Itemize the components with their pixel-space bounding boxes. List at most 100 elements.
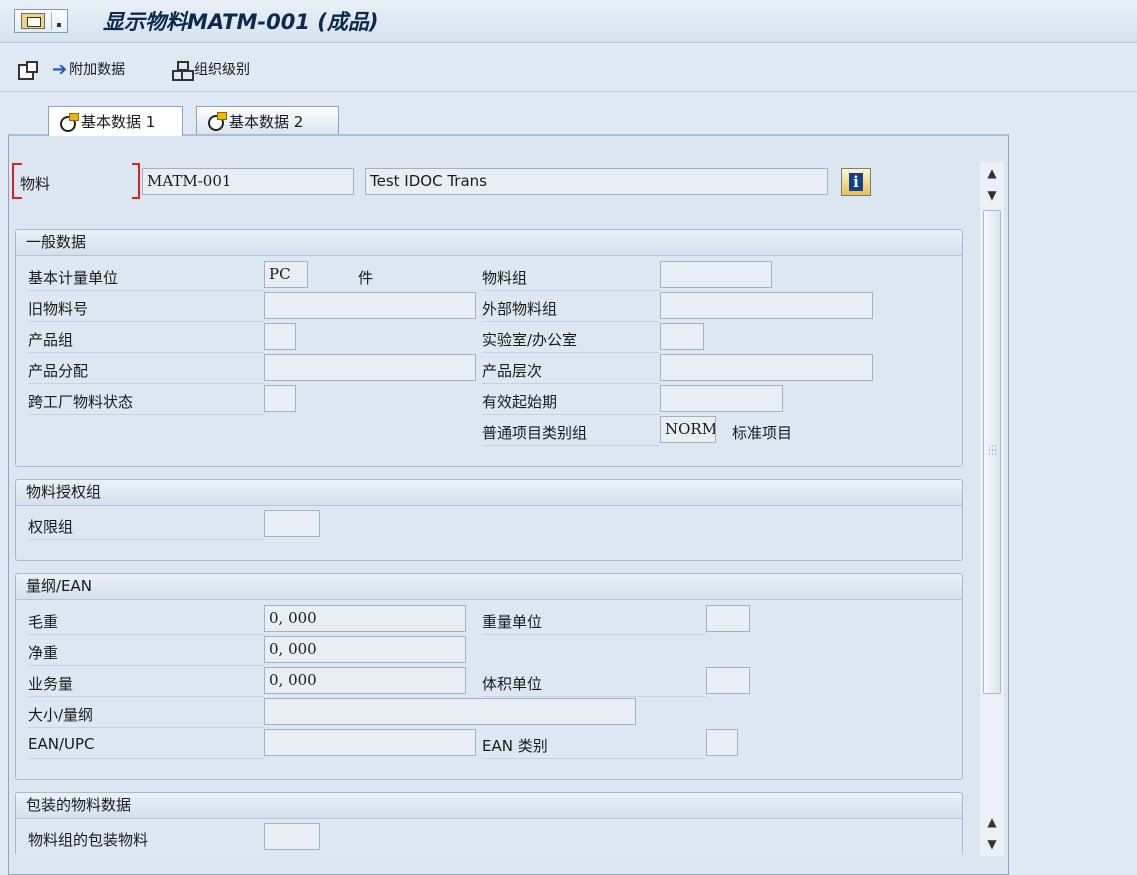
lab-office-field[interactable] <box>660 323 704 350</box>
row-divider <box>482 290 660 291</box>
old-material-label: 旧物料号 <box>28 300 89 318</box>
valid-from-field[interactable] <box>660 385 783 412</box>
base-uom-text: 件 <box>358 269 374 287</box>
volume-field[interactable]: 0, 000 <box>264 667 466 694</box>
base-uom-label: 基本计量单位 <box>28 269 119 287</box>
material-number-field[interactable]: MATM-001 <box>142 168 354 195</box>
ean-category-label: EAN 类别 <box>482 737 548 755</box>
ean-field[interactable] <box>264 729 476 756</box>
tab-status-icon <box>205 112 227 131</box>
division-label: 产品组 <box>28 331 74 349</box>
additional-data-label: 附加数据 <box>69 62 126 78</box>
sap-menu-button[interactable] <box>14 9 68 33</box>
info-icon: i <box>849 173 863 191</box>
weight-unit-field[interactable] <box>706 605 750 632</box>
sap-menu-icon <box>21 13 45 29</box>
base-uom-field[interactable]: PC <box>264 261 308 288</box>
tab-basic-data-2[interactable]: 基本数据 2 <box>196 106 339 135</box>
gross-weight-label: 毛重 <box>28 613 59 631</box>
group-title: 物料授权组 <box>16 480 962 506</box>
material-group-field[interactable] <box>660 261 772 288</box>
scrollbar-grip-icon: :::::: <box>988 443 998 458</box>
group-title: 包装的物料数据 <box>16 793 962 819</box>
row-divider <box>28 383 264 384</box>
material-label: 物料 <box>20 175 51 193</box>
row-divider <box>482 352 660 353</box>
packaging-group: 包装的物料数据 <box>15 792 963 854</box>
scroll-down-icon[interactable]: ▼ <box>983 834 1001 854</box>
ean-category-field[interactable] <box>706 729 738 756</box>
valid-from-label: 有效起始期 <box>482 393 558 411</box>
volume-unit-label: 体积单位 <box>482 675 543 693</box>
menu-dropdown-icon <box>57 23 61 27</box>
row-divider <box>28 539 264 540</box>
pkg-material-group-field[interactable] <box>264 823 320 850</box>
row-divider <box>482 696 706 697</box>
new-window-button[interactable] <box>18 58 38 80</box>
product-alloc-field[interactable] <box>264 354 476 381</box>
ean-label: EAN/UPC <box>28 735 95 753</box>
row-divider <box>482 445 660 446</box>
material-group-label: 物料组 <box>482 269 528 287</box>
menu-separator <box>51 12 52 30</box>
title-bar: 显示物料MATM-001 (成品) <box>0 0 1137 43</box>
ext-material-group-field[interactable] <box>660 292 873 319</box>
org-levels-button[interactable]: 组织级别 <box>172 58 250 81</box>
row-divider <box>28 696 264 697</box>
authorization-group: 物料授权组 <box>15 479 963 561</box>
net-weight-field[interactable]: 0, 000 <box>264 636 466 663</box>
tab-basic-data-1[interactable]: 基本数据 1 <box>48 106 183 136</box>
volume-unit-field[interactable] <box>706 667 750 694</box>
group-title: 一般数据 <box>16 230 962 256</box>
row-divider <box>28 290 264 291</box>
row-divider <box>28 758 264 759</box>
row-divider <box>28 321 264 322</box>
prod-hierarchy-label: 产品层次 <box>482 362 543 380</box>
page-title: 显示物料MATM-001 (成品) <box>103 10 379 34</box>
tab-label: 基本数据 2 <box>229 112 304 131</box>
pkg-material-group-label: 物料组的包装物料 <box>28 831 149 849</box>
weight-unit-label: 重量单位 <box>482 613 543 631</box>
size-label: 大小/量纲 <box>28 706 94 724</box>
scroll-up-icon[interactable]: ▲ <box>983 163 1001 183</box>
tab-status-icon <box>57 112 79 132</box>
row-divider <box>28 727 264 728</box>
item-cat-group-field[interactable]: NORM <box>660 416 716 443</box>
additional-data-button[interactable]: ➔ 附加数据 <box>52 58 125 80</box>
info-button[interactable]: i <box>841 168 871 196</box>
required-marker <box>132 163 140 199</box>
net-weight-label: 净重 <box>28 644 59 662</box>
row-divider <box>482 414 660 415</box>
material-description-field[interactable]: Test IDOC Trans <box>365 168 828 195</box>
row-divider <box>482 321 660 322</box>
row-divider <box>28 414 264 415</box>
org-levels-label: 组织级别 <box>194 62 250 78</box>
gross-weight-field[interactable]: 0, 000 <box>264 605 466 632</box>
auth-group-label: 权限组 <box>28 518 74 536</box>
division-field[interactable] <box>264 323 296 350</box>
row-divider <box>28 352 264 353</box>
volume-label: 业务量 <box>28 675 74 693</box>
lab-office-label: 实验室/办公室 <box>482 331 578 349</box>
old-material-field[interactable] <box>264 292 476 319</box>
application-toolbar: ➔ 附加数据 组织级别 <box>0 44 1137 92</box>
row-divider <box>28 665 264 666</box>
product-alloc-label: 产品分配 <box>28 362 89 380</box>
arrow-right-icon: ➔ <box>52 58 68 80</box>
item-cat-group-text: 标准项目 <box>732 424 793 442</box>
tab-label: 基本数据 1 <box>81 113 156 131</box>
auth-group-field[interactable] <box>264 510 320 537</box>
row-divider <box>482 383 660 384</box>
item-cat-group-label: 普通项目类别组 <box>482 424 588 442</box>
xplant-status-label: 跨工厂物料状态 <box>28 393 134 411</box>
org-levels-icon <box>172 61 194 81</box>
row-divider <box>482 758 706 759</box>
size-field[interactable] <box>264 698 636 725</box>
group-title: 量纲/EAN <box>16 574 962 600</box>
row-divider <box>28 634 264 635</box>
xplant-status-field[interactable] <box>264 385 296 412</box>
ext-material-group-label: 外部物料组 <box>482 300 558 318</box>
scroll-down-icon[interactable]: ▼ <box>983 185 1001 205</box>
prod-hierarchy-field[interactable] <box>660 354 873 381</box>
scroll-up-icon[interactable]: ▲ <box>983 812 1001 832</box>
